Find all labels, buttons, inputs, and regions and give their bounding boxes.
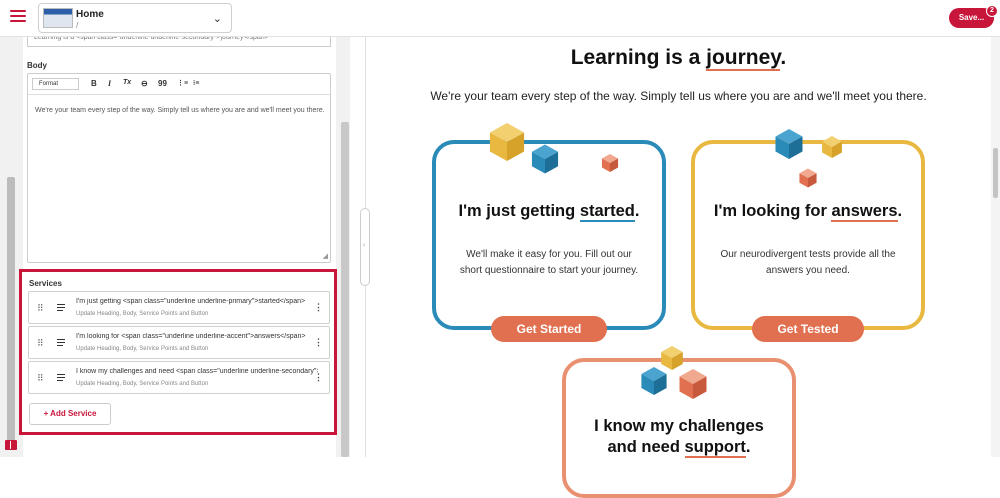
preview-scrollbar-thumb[interactable] [993, 148, 998, 198]
resize-handle-icon[interactable]: ◢ [323, 252, 328, 260]
text-lines-icon [57, 374, 65, 382]
card-title-line-2: and need support. [566, 437, 792, 458]
service-item[interactable]: ⠿ I'm looking for <span class="underline… [28, 326, 330, 359]
service-item[interactable]: ⠿ I'm just getting <span class="underlin… [28, 291, 330, 324]
save-count-badge: 2 [986, 5, 998, 17]
page-selector[interactable]: Home / ⌄ [38, 3, 232, 33]
card-title: I'm just getting started. [436, 201, 662, 222]
more-options-icon[interactable]: ⋮ [314, 337, 323, 348]
card-title-underlined-word: started [579, 202, 635, 222]
chevron-left-icon: ‹ [363, 242, 366, 249]
body-text[interactable]: We're your team every step of the way. S… [35, 105, 325, 117]
more-options-icon[interactable]: ⋮ [314, 302, 323, 313]
card-body: Our neurodivergent tests provide all the… [720, 249, 896, 276]
service-item[interactable]: ⠿ I know my challenges and need <span cl… [28, 361, 330, 394]
drag-grip-icon[interactable]: ⠿ [37, 373, 44, 384]
heading-underlined-word: journey [706, 46, 781, 71]
get-started-button[interactable]: Get Started [491, 316, 607, 342]
card-title-period: . [897, 202, 903, 220]
text-lines-icon [57, 304, 65, 312]
add-service-label: Add Service [50, 409, 97, 418]
plus-icon: + [43, 409, 49, 418]
service-item-subtitle: Update Heading, Body, Service Points and… [76, 311, 209, 317]
card-title-period: . [745, 438, 751, 456]
service-card-started: I'm just getting started. We'll make it … [432, 140, 666, 330]
page-name: Home [76, 9, 104, 20]
service-item-title: I'm looking for <span class="underline u… [76, 333, 306, 340]
page-slug: / [76, 21, 79, 30]
page-subheading: We're your team every step of the way. S… [430, 89, 927, 103]
service-item-title: I'm just getting <span class="underline … [76, 298, 306, 305]
bold-button[interactable]: B [91, 79, 97, 88]
book-icon[interactable] [5, 440, 17, 450]
card-title-line-1: I know my challenges [594, 417, 764, 435]
card-title: I'm looking for answers. [695, 201, 921, 222]
format-dropdown[interactable]: Format [32, 78, 79, 90]
more-options-icon[interactable]: ⋮ [314, 372, 323, 383]
link-icon[interactable]: ⊖ [141, 79, 148, 88]
outer-scrollbar[interactable] [7, 177, 15, 442]
panel-scrollbar[interactable] [341, 122, 349, 457]
service-card-answers: I'm looking for answers. Our neurodiverg… [691, 140, 925, 330]
heading-period: . [780, 46, 787, 69]
hamburger-menu-icon[interactable] [10, 10, 26, 26]
italic-button[interactable]: I [108, 79, 111, 88]
drag-grip-icon[interactable]: ⠿ [37, 303, 44, 314]
drag-grip-icon[interactable]: ⠿ [37, 338, 44, 349]
card-title-text: and need [607, 438, 685, 456]
card-title-underlined-word: support [684, 438, 746, 458]
ordered-list-icon[interactable]: ⋮≡ [177, 79, 188, 87]
get-tested-button[interactable]: Get Tested [752, 316, 864, 342]
editor-toolbar: Format B I Tx ⊖ 99 ⋮≡ ⁝≡ [28, 74, 330, 95]
body-rich-text-editor[interactable]: Format B I Tx ⊖ 99 ⋮≡ ⁝≡ We're your team… [27, 73, 331, 263]
service-card-support: I know my challenges and need support. [562, 358, 796, 498]
service-item-subtitle: Update Heading, Body, Service Points and… [76, 346, 209, 352]
page-thumbnail [43, 8, 73, 28]
card-title-text: I'm just getting [458, 202, 580, 220]
card-title-underlined-word: answers [831, 202, 898, 222]
add-service-button[interactable]: + Add Service [29, 403, 111, 425]
card-title-period: . [634, 202, 640, 220]
services-section: Services ⠿ I'm just getting <span class=… [19, 269, 337, 435]
card-body: We'll make it easy for you. Fill out our… [459, 249, 639, 276]
clear-format-button[interactable]: Tx [123, 79, 131, 86]
panel-resize-handle[interactable]: ‹ [360, 208, 370, 286]
service-item-title: I know my challenges and need <span clas… [76, 368, 318, 375]
text-lines-icon [57, 339, 65, 347]
blockquote-icon[interactable]: 99 [158, 79, 167, 88]
body-label: Body [27, 61, 47, 70]
top-bar: Home / ⌄ Save... 2 [0, 0, 1000, 37]
preview-scrollbar-track[interactable] [991, 37, 1000, 457]
heading-text: Learning is a [570, 46, 707, 69]
chevron-down-icon: ⌄ [212, 13, 222, 25]
unordered-list-icon[interactable]: ⁝≡ [193, 79, 199, 87]
service-item-subtitle: Update Heading, Body, Service Points and… [76, 381, 209, 387]
heading-field[interactable]: Learning is a <span class="underline und… [27, 37, 331, 47]
page-heading: Learning is a journey. [366, 46, 991, 71]
card-title-text: I'm looking for [713, 202, 832, 220]
services-label: Services [29, 279, 62, 288]
